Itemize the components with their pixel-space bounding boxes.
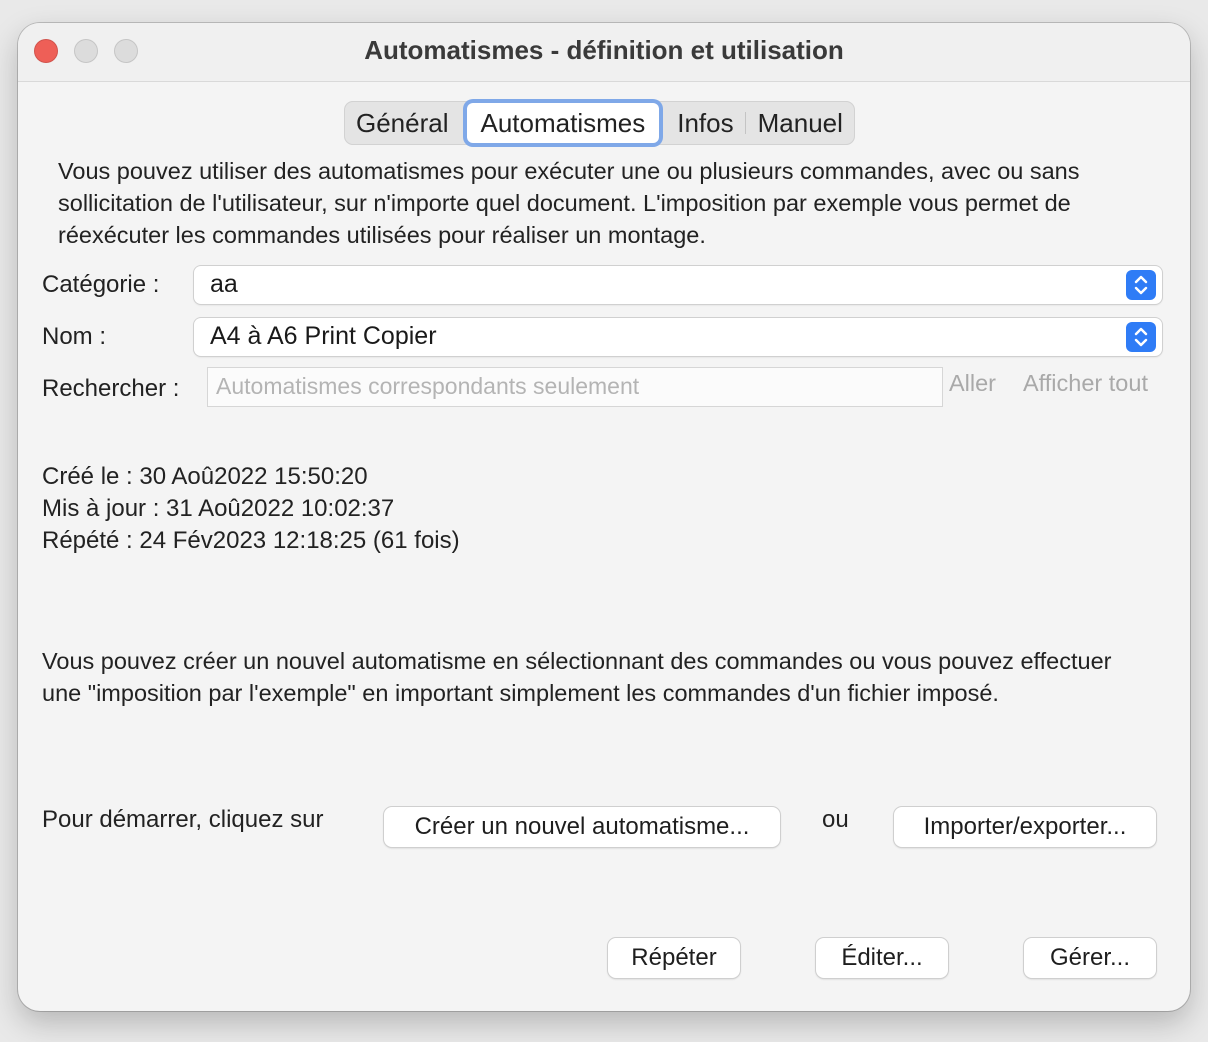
title-bar: Automatismes - définition et utilisation <box>18 23 1190 82</box>
category-popup[interactable]: aa <box>194 266 1162 304</box>
updown-chevron-icon <box>1126 270 1156 300</box>
repeated-date: Répété : 24 Fév2023 12:18:25 (61 fois) <box>42 527 460 554</box>
intro-text: Vous pouvez utiliser des automatismes po… <box>58 158 1080 248</box>
name-label: Nom : <box>42 323 107 350</box>
dialog-window: Automatismes - définition et utilisation… <box>18 23 1190 1011</box>
or-label: ou <box>822 806 849 833</box>
show-all-button[interactable]: Afficher tout <box>1023 370 1148 397</box>
updown-chevron-icon <box>1126 322 1156 352</box>
go-button[interactable]: Aller <box>949 370 996 397</box>
search-input[interactable] <box>208 368 944 404</box>
name-value: A4 à A6 Print Copier <box>210 322 437 350</box>
tab-bar: Général Automatismes Infos Manuel <box>344 101 855 145</box>
window-title: Automatismes - définition et utilisation <box>364 35 844 65</box>
updated-date: Mis à jour : 31 Aoû2022 10:02:37 <box>42 495 395 522</box>
tab-manuel[interactable]: Manuel <box>746 101 855 145</box>
create-help-text: Vous pouvez créer un nouvel automatisme … <box>42 648 1112 706</box>
search-label: Rechercher : <box>42 375 180 402</box>
tab-automatismes[interactable]: Automatismes <box>466 103 660 143</box>
category-value: aa <box>210 270 238 298</box>
search-field <box>207 367 944 407</box>
import-export-button[interactable]: Importer/exporter... <box>894 807 1156 847</box>
manage-button[interactable]: Gérer... <box>1024 938 1156 978</box>
tab-general[interactable]: Général <box>344 101 461 145</box>
start-label: Pour démarrer, cliquez sur <box>42 806 324 833</box>
tab-infos[interactable]: Infos <box>665 101 746 145</box>
create-automation-button[interactable]: Créer un nouvel automatisme... <box>384 807 780 847</box>
category-label: Catégorie : <box>42 271 160 298</box>
edit-button[interactable]: Éditer... <box>816 938 948 978</box>
automation-info: Créé le : 30 Aoû2022 15:50:20 Mis à jour… <box>42 461 460 557</box>
created-date: Créé le : 30 Aoû2022 15:50:20 <box>42 463 368 490</box>
repeat-button[interactable]: Répéter <box>608 938 740 978</box>
name-popup[interactable]: A4 à A6 Print Copier <box>194 318 1162 356</box>
